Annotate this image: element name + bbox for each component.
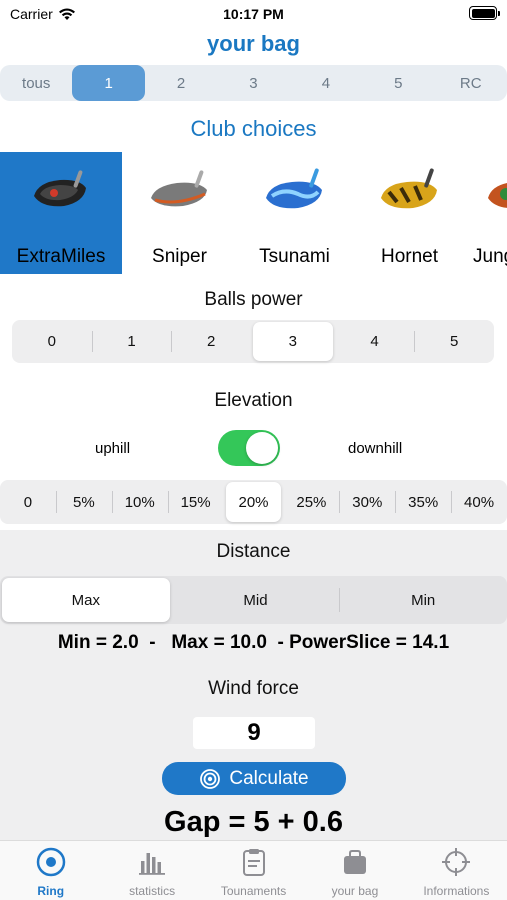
tab-label: statistics — [129, 884, 176, 898]
club-jung[interactable]: Jung — [467, 152, 507, 274]
balls-power-option[interactable]: 5 — [414, 320, 494, 363]
ring-icon — [36, 847, 65, 877]
tab-label: Tounaments — [220, 884, 287, 898]
elevation-selector: 0 5% 10% 15% 20% 25% 30% 35% 40% — [0, 480, 507, 524]
bag-tab-1[interactable]: 1 — [72, 65, 145, 101]
calculate-label: Calculate — [229, 767, 309, 789]
clipboard-icon — [242, 849, 265, 876]
club-choices-title: Club choices — [190, 116, 317, 141]
driver-head-icon — [34, 170, 86, 207]
downhill-label: downhill — [348, 440, 403, 457]
uphill-downhill-switch[interactable] — [218, 430, 280, 466]
tab-label: Ring — [37, 884, 65, 898]
club-name: Jung — [473, 246, 507, 267]
distance-summary: Min = 2.0 - Max = 10.0 - PowerSlice = 14… — [57, 632, 450, 653]
wind-force-field[interactable]: 9 — [193, 717, 315, 749]
distance-option-min[interactable]: Min — [339, 576, 507, 624]
bag-tab-rc[interactable]: RC — [435, 65, 507, 101]
bag-tab-tous[interactable]: tous — [0, 65, 72, 101]
club-carousel[interactable]: ExtraMiles Sniper Tsunami Hornet Jung — [0, 152, 507, 274]
elevation-option[interactable]: 30% — [339, 480, 395, 524]
elevation-option[interactable]: 10% — [111, 480, 168, 524]
elevation-option[interactable]: 5% — [55, 480, 112, 524]
bag-icon — [343, 850, 366, 874]
balls-power-option[interactable]: 2 — [171, 320, 251, 363]
tab-your-bag[interactable]: your bag — [304, 841, 405, 900]
balls-power-option[interactable]: 4 — [335, 320, 415, 363]
elevation-option[interactable]: 0 — [0, 480, 56, 524]
calculate-button[interactable]: Calculate — [162, 762, 346, 795]
elevation-option[interactable]: 25% — [283, 480, 339, 524]
tab-tournaments[interactable]: Tounaments — [203, 841, 304, 900]
driver-head-icon — [380, 168, 437, 209]
tab-statistics[interactable]: statistics — [101, 841, 202, 900]
clock: 10:17 PM — [223, 6, 284, 22]
distance-selector: Max Mid Min — [0, 576, 507, 624]
driver-head-icon — [488, 183, 507, 208]
driver-head-icon — [150, 170, 207, 207]
club-name: Tsunami — [259, 246, 330, 267]
wind-force-label: Wind force — [208, 678, 299, 699]
bag-tab-4[interactable]: 4 — [290, 65, 362, 101]
page-title: your bag — [207, 31, 300, 56]
status-bar: Carrier 10:17 PM — [0, 0, 507, 30]
tab-label: your bag — [331, 884, 379, 898]
distance-option-max[interactable]: Max — [2, 578, 170, 622]
tab-label: Informations — [423, 884, 490, 898]
elevation-toggle-row: uphill downhill — [0, 428, 507, 468]
driver-head-icon — [265, 168, 322, 209]
gap-result: Gap = 5 + 0.6 — [164, 806, 343, 838]
elevation-option[interactable]: 20% — [225, 482, 282, 522]
tab-informations[interactable]: Informations — [406, 841, 507, 900]
club-tsunami[interactable]: Tsunami — [237, 152, 352, 274]
distance-option-mid[interactable]: Mid — [172, 576, 340, 624]
target-icon — [200, 768, 221, 789]
club-extramiles[interactable]: ExtraMiles — [0, 152, 122, 274]
elevation-option[interactable]: 35% — [395, 480, 451, 524]
crosshair-icon — [442, 848, 471, 876]
elevation-label: Elevation — [214, 390, 293, 411]
elevation-option[interactable]: 15% — [167, 480, 224, 524]
tab-ring[interactable]: Ring — [0, 841, 101, 900]
uphill-label: uphill — [95, 440, 131, 457]
club-name: Hornet — [380, 246, 439, 267]
balls-power-option[interactable]: 1 — [91, 320, 172, 363]
club-sniper[interactable]: Sniper — [122, 152, 237, 274]
club-name: ExtraMiles — [16, 246, 106, 267]
balls-power-label: Balls power — [204, 289, 303, 310]
bag-selector: tous 1 2 3 4 5 RC — [0, 65, 507, 101]
club-hornet[interactable]: Hornet — [352, 152, 467, 274]
club-name: Sniper — [152, 246, 207, 267]
balls-power-option[interactable]: 0 — [12, 320, 92, 363]
battery-icon — [469, 6, 500, 20]
bag-tab-5[interactable]: 5 — [362, 65, 434, 101]
elevation-option[interactable]: 40% — [451, 480, 507, 524]
bag-tab-2[interactable]: 2 — [145, 65, 217, 101]
balls-power-option[interactable]: 3 — [253, 322, 333, 361]
distance-label: Distance — [216, 541, 291, 562]
bag-tab-3[interactable]: 3 — [217, 65, 289, 101]
bar-chart-icon — [139, 853, 166, 875]
balls-power-selector: 0 1 2 3 4 5 — [12, 320, 494, 363]
tab-bar: Ring statistics Tounaments your bag Info… — [0, 840, 507, 900]
